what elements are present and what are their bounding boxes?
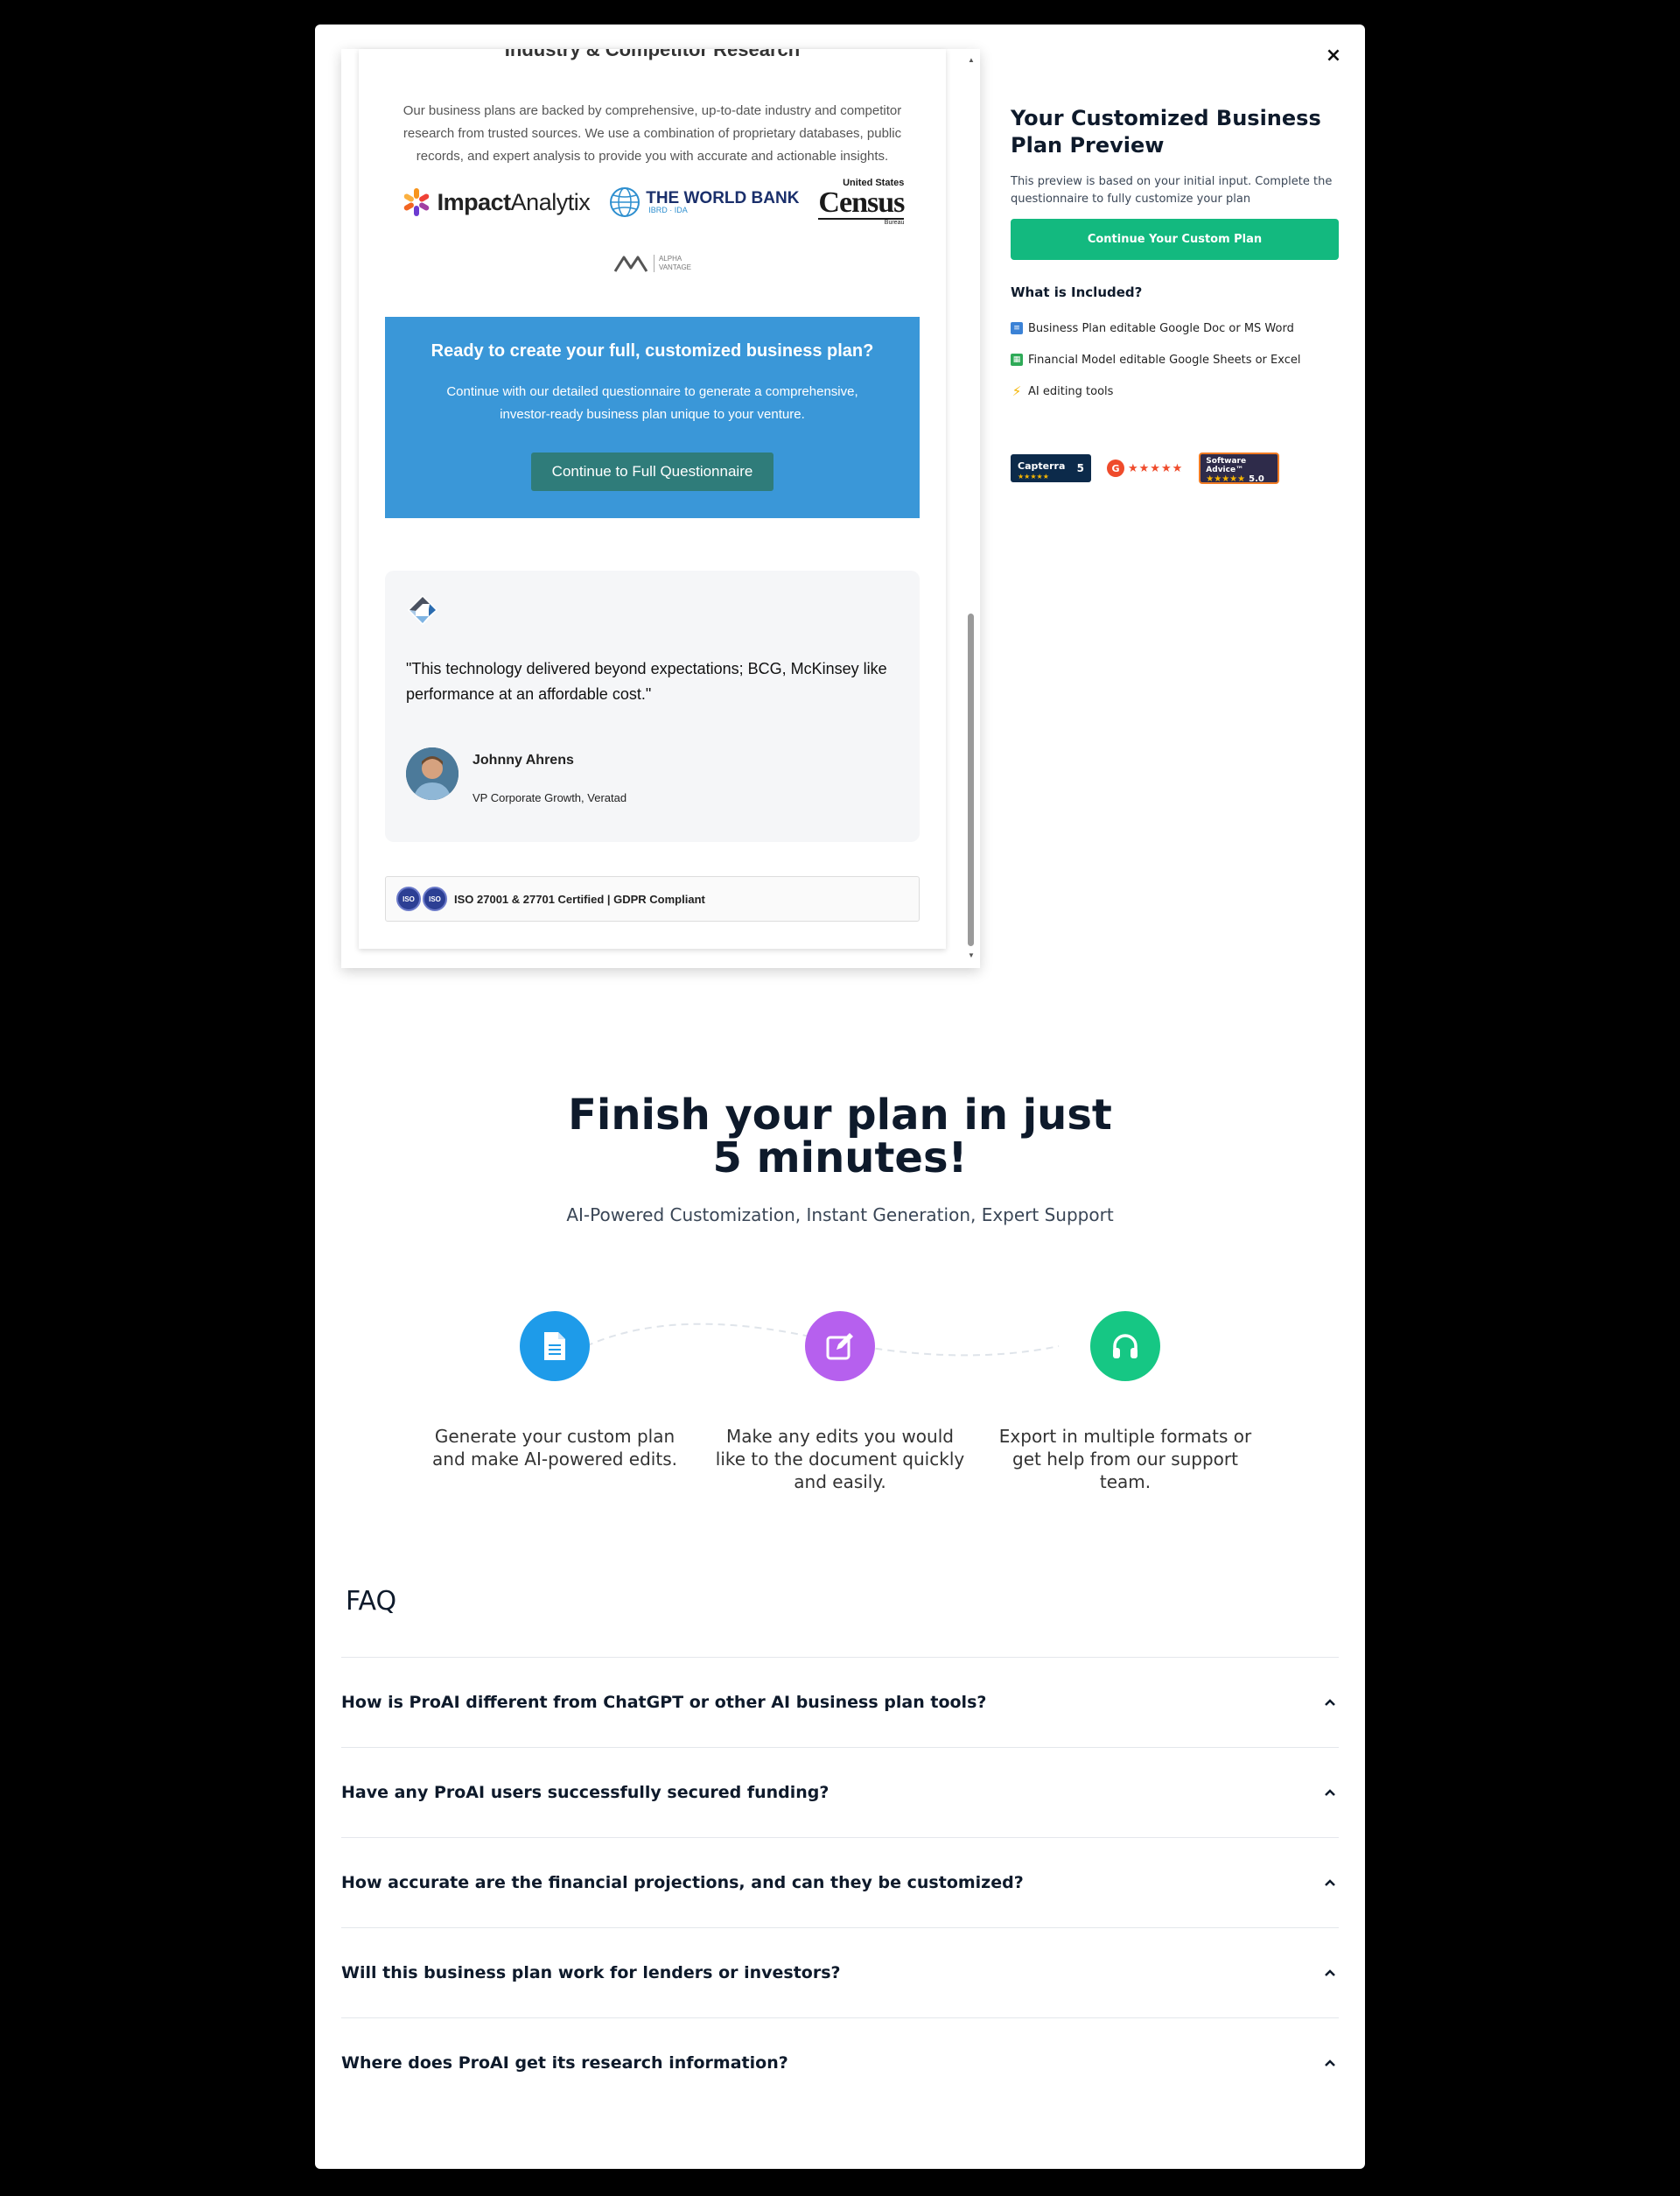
scroll-down-icon[interactable]: ▼ bbox=[968, 951, 975, 959]
faq-item[interactable]: How is ProAI different from ChatGPT or o… bbox=[341, 1657, 1339, 1747]
compliance-text: ISO 27001 & 27701 Certified | GDPR Compl… bbox=[454, 892, 705, 906]
list-item: ⚡ AI editing tools bbox=[1011, 375, 1339, 407]
included-heading: What is Included? bbox=[1011, 284, 1143, 300]
alpha-line-1: ALPHA bbox=[658, 255, 682, 263]
cta-title: Ready to create your full, customized bu… bbox=[430, 341, 874, 361]
preview-sidebar: Your Customized Business Plan Preview Th… bbox=[1011, 105, 1339, 484]
continue-custom-plan-button[interactable]: Continue Your Custom Plan bbox=[1011, 219, 1339, 260]
included-item-label: AI editing tools bbox=[1028, 384, 1114, 398]
included-list: ≡ Business Plan editable Google Doc or M… bbox=[1011, 312, 1339, 407]
cta-description: Continue with our detailed questionnaire… bbox=[446, 384, 858, 422]
doc-icon: ≡ bbox=[1011, 322, 1023, 334]
capterra-score: 5 bbox=[1076, 462, 1084, 474]
software-advice-score: 5.0 bbox=[1249, 474, 1264, 484]
step-text: Export in multiple formats or get help f… bbox=[998, 1426, 1252, 1492]
sidebar-title: Your Customized Business Plan Preview bbox=[1011, 106, 1321, 158]
finish-title-line-2: 5 minutes! bbox=[712, 1133, 968, 1182]
faq-list: How is ProAI different from ChatGPT or o… bbox=[341, 1657, 1339, 2108]
alpha-line-2: VANTAGE bbox=[658, 263, 692, 271]
census-big-text: Census bbox=[818, 186, 905, 220]
world-bank-name: THE WORLD BANK bbox=[646, 189, 800, 207]
list-item: ▦ Financial Model editable Google Sheets… bbox=[1011, 344, 1339, 375]
chevron-up-icon[interactable] bbox=[1323, 1695, 1337, 1709]
faq-heading: FAQ bbox=[346, 1586, 397, 1617]
faq-question: How is ProAI different from ChatGPT or o… bbox=[341, 1693, 987, 1712]
scroll-up-icon[interactable]: ▲ bbox=[968, 56, 975, 64]
faq-question: Will this business plan work for lenders… bbox=[341, 1963, 841, 1982]
compliance-bar: ISO ISO ISO 27001 & 27701 Certified | GD… bbox=[385, 876, 920, 922]
chevron-up-icon[interactable] bbox=[1323, 1966, 1337, 1980]
g2-logo-icon: G bbox=[1107, 460, 1124, 477]
software-advice-stars: ★★★★★ bbox=[1206, 474, 1246, 484]
impact-analytix-icon bbox=[403, 188, 429, 216]
included-item-label: Business Plan editable Google Doc or MS … bbox=[1028, 321, 1294, 335]
preview-document: Industry & Competitor Research Our busin… bbox=[359, 49, 946, 949]
testimonial-quote: "This technology delivered beyond expect… bbox=[406, 660, 887, 703]
chevron-up-icon[interactable] bbox=[1323, 1786, 1337, 1800]
close-button[interactable]: × bbox=[1321, 44, 1346, 68]
veratad-logo-icon bbox=[408, 595, 438, 625]
faq-item[interactable]: Where does ProAI get its research inform… bbox=[341, 2017, 1339, 2108]
iso-badge-icon: ISO bbox=[423, 887, 447, 911]
avatar bbox=[406, 747, 458, 800]
testimonial-author: Johnny Ahrens bbox=[472, 753, 574, 768]
sheet-icon: ▦ bbox=[1011, 354, 1023, 366]
research-source-logos: ImpactAnalytix THE WORLD BANK IBRD · IDA bbox=[359, 179, 946, 226]
iso-badge-icon: ISO bbox=[396, 887, 421, 911]
census-bureau-logo: United States Census Bureau bbox=[818, 179, 905, 226]
software-advice-name: Software Advice™ bbox=[1206, 457, 1247, 474]
continue-questionnaire-button[interactable]: Continue to Full Questionnaire bbox=[530, 453, 774, 491]
edit-icon bbox=[805, 1311, 875, 1381]
g2-stars: ★★★★★ bbox=[1128, 461, 1184, 475]
faq-question: How accurate are the financial projectio… bbox=[341, 1873, 1024, 1892]
world-bank-sub: IBRD · IDA bbox=[648, 206, 688, 214]
step-text: Generate your custom plan and make AI-po… bbox=[432, 1426, 677, 1470]
clipped-section-heading: Industry & Competitor Research bbox=[504, 49, 801, 60]
finish-subtitle: AI-Powered Customization, Instant Genera… bbox=[566, 1204, 1114, 1225]
faq-question: Have any ProAI users successfully secure… bbox=[341, 1783, 830, 1802]
headphones-icon bbox=[1090, 1311, 1160, 1381]
step-generate: Generate your custom plan and make AI-po… bbox=[424, 1311, 686, 1470]
census-bottom-text: Bureau bbox=[884, 220, 905, 226]
preview-scrollbar[interactable]: ▲ ▼ bbox=[968, 49, 975, 959]
scrollbar-thumb[interactable] bbox=[968, 614, 974, 946]
bolt-icon: ⚡ bbox=[1012, 383, 1022, 399]
impact-logo-light: Analytix bbox=[510, 188, 591, 215]
list-item: ≡ Business Plan editable Google Doc or M… bbox=[1011, 312, 1339, 344]
faq-item[interactable]: Have any ProAI users successfully secure… bbox=[341, 1747, 1339, 1837]
g2-badge: G ★★★★★ bbox=[1107, 460, 1183, 477]
step-text: Make any edits you would like to the doc… bbox=[715, 1426, 965, 1492]
review-badges: Capterra ★★★★★ 5 G ★★★★★ Software Advice… bbox=[1011, 453, 1339, 484]
preview-frame: Industry & Competitor Research Our busin… bbox=[341, 49, 980, 968]
chevron-up-icon[interactable] bbox=[1323, 2056, 1337, 2070]
faq-question: Where does ProAI get its research inform… bbox=[341, 2053, 788, 2073]
software-advice-badge: Software Advice™ ★★★★★ 5.0 bbox=[1199, 453, 1280, 484]
document-icon bbox=[520, 1311, 590, 1381]
alpha-vantage-logo: ALPHA VANTAGE bbox=[613, 254, 691, 273]
included-item-label: Financial Model editable Google Sheets o… bbox=[1028, 353, 1301, 367]
finish-title-line-1: Finish your plan in just bbox=[568, 1091, 1112, 1140]
capterra-badge: Capterra ★★★★★ 5 bbox=[1011, 454, 1091, 482]
impact-analytix-logo: ImpactAnalytix bbox=[401, 186, 591, 218]
globe-icon bbox=[610, 187, 640, 217]
capterra-name: Capterra bbox=[1018, 460, 1066, 472]
faq-item[interactable]: How accurate are the financial projectio… bbox=[341, 1837, 1339, 1927]
sidebar-description: This preview is based on your initial in… bbox=[1011, 175, 1333, 206]
research-intro-text: Our business plans are backed by compreh… bbox=[402, 103, 902, 164]
testimonial-author-title: VP Corporate Growth, Veratad bbox=[472, 791, 627, 804]
world-bank-logo: THE WORLD BANK IBRD · IDA bbox=[609, 186, 799, 218]
alpha-vantage-icon bbox=[613, 256, 648, 272]
plan-preview-modal: × Industry & Competitor Research Our bus… bbox=[315, 25, 1365, 2169]
chevron-up-icon[interactable] bbox=[1323, 1876, 1337, 1890]
full-plan-cta: Ready to create your full, customized bu… bbox=[385, 317, 920, 518]
step-edit: Make any edits you would like to the doc… bbox=[709, 1311, 971, 1493]
finish-section-title: Finish your plan in just 5 minutes! bbox=[315, 1094, 1365, 1180]
capterra-stars: ★★★★★ bbox=[1018, 473, 1049, 481]
step-export: Export in multiple formats or get help f… bbox=[994, 1311, 1256, 1493]
impact-logo-bold: Impact bbox=[437, 188, 512, 215]
testimonial-card: "This technology delivered beyond expect… bbox=[385, 571, 920, 842]
faq-item[interactable]: Will this business plan work for lenders… bbox=[341, 1927, 1339, 2017]
